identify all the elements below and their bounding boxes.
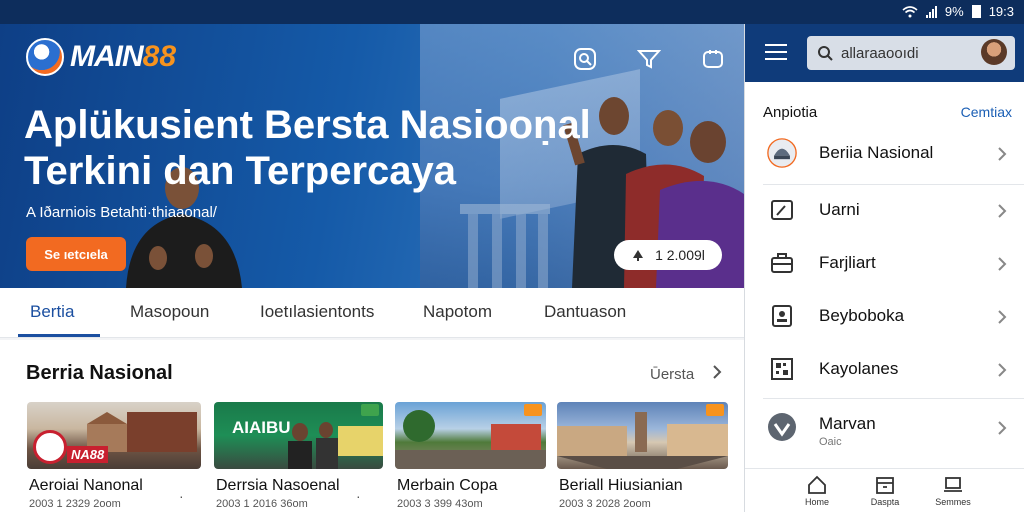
panel-item-label: Farjliart — [819, 253, 876, 272]
calendar-icon — [876, 477, 894, 494]
panel-item-uarni[interactable]: Uarni — [745, 185, 1024, 238]
clock: 19:3 — [988, 4, 1014, 19]
news-card[interactable]: Merbain Copa 2003 3 399 43om — [395, 402, 546, 510]
search-field[interactable]: allaraaooıdi — [807, 36, 1015, 70]
status-bar: 9% 19:3 — [0, 0, 1024, 24]
main88-logo[interactable]: MAIN 88 — [26, 38, 176, 76]
nav-label: Daspta — [870, 497, 900, 507]
battery-level: 9% — [944, 4, 964, 19]
chevron-right-icon — [998, 310, 1007, 324]
panel-item-marvan[interactable]: Marvan Oaic — [745, 402, 1024, 455]
card-title: Derrsia Nasoenal — [216, 477, 340, 494]
user-circle-icon — [767, 412, 797, 442]
search-icon — [818, 46, 833, 61]
card-thumbnail — [557, 402, 728, 469]
headline-line-2: Terkini dan Terpercaya — [24, 149, 457, 193]
section-more-link[interactable]: Ūersta — [650, 366, 694, 383]
tab-bertia[interactable]: Bertia — [30, 302, 74, 322]
chevron-right-icon — [998, 204, 1007, 218]
nav-label: Semmes — [935, 497, 971, 507]
section-title: Berria Nasional — [26, 362, 173, 384]
search-icon[interactable] — [568, 42, 602, 76]
panel-item-kayolanes[interactable]: Kayolanes — [745, 344, 1024, 397]
panel-item-beybobok[interactable]: Beyboboka — [745, 291, 1024, 344]
chevron-right-icon — [998, 421, 1007, 435]
nav-semmes[interactable]: Semmes — [923, 475, 983, 507]
home-icon — [808, 475, 826, 494]
panel-item-label: Beyboboka — [819, 306, 905, 325]
hero-banner[interactable]: MAIN 88 Aplükusient Bersta Nasiooṇal Ter… — [0, 24, 744, 288]
badge-emblem — [33, 430, 67, 464]
card-thumbnail: NA88 — [27, 402, 201, 469]
logo-globe-icon — [26, 38, 64, 76]
helmet-icon — [767, 138, 797, 168]
card-title: Merbain Copa — [397, 477, 498, 494]
filter-icon[interactable] — [632, 42, 666, 76]
wifi-icon — [902, 5, 918, 17]
card-title: Beriall Hiusianian — [559, 477, 683, 494]
divider — [763, 398, 1024, 399]
panel-item-farjliart[interactable]: Farjliart — [745, 238, 1024, 291]
tab-napotom[interactable]: Napotom — [423, 302, 492, 322]
panel-item-label: Marvan — [819, 414, 876, 433]
panel-item-sub: Oaic — [819, 436, 842, 448]
nav-label: Home — [804, 497, 829, 507]
category-tabs: Bertia Masopoun Ioetılasientonts Napotom… — [0, 288, 744, 338]
news-card[interactable]: NA88 Aeroiai Nanonal 2003 1 2329 2oom · — [27, 402, 201, 510]
more-options-icon[interactable]: · — [356, 488, 361, 504]
tab-ioetilasientonts[interactable]: Ioetılasientonts — [260, 302, 374, 322]
hero-cta-button[interactable]: Se ıetcıela — [26, 237, 126, 271]
edit-icon — [767, 195, 797, 225]
active-tab-indicator — [18, 334, 100, 337]
panel-item-label: Uarni — [819, 200, 860, 219]
card-meta: 2003 3 2028 2oom — [559, 498, 651, 510]
battery-icon — [971, 5, 981, 18]
hero-subline: A Iðarniois Betahti·thiaaonal/ — [26, 204, 217, 221]
more-options-icon[interactable]: · — [179, 488, 184, 504]
news-card[interactable]: AIAIBU Derrsia Nasoenal 2003 1 2016 36om… — [214, 402, 383, 510]
panel-section-label: Anpiotia — [763, 104, 818, 121]
document-icon — [767, 301, 797, 331]
panel-item-label: Kayolanes — [819, 359, 899, 378]
news-card[interactable]: Beriall Hiusianian 2003 3 2028 2oom — [557, 402, 728, 510]
refresh-icon[interactable] — [696, 42, 730, 76]
chevron-right-icon — [998, 147, 1007, 161]
news-section: Berria Nasional Ūersta NA88 Aeroiai Nano… — [0, 340, 744, 512]
card-thumbnail: AIAIBU — [214, 402, 383, 469]
search-value: allaraaooıdi — [841, 44, 919, 62]
panel-header: allaraaooıdi — [745, 24, 1024, 82]
tab-dantuason[interactable]: Dantuason — [544, 302, 626, 322]
panel-item-beriia-nasional[interactable]: Beriia Nasional — [745, 128, 1024, 181]
logo-number: 88 — [142, 40, 177, 73]
chevron-right-icon — [998, 363, 1007, 377]
logo-word: MAIN — [70, 40, 144, 73]
card-badge: NA88 — [67, 446, 109, 463]
card-meta: 2003 3 399 43om — [397, 498, 483, 510]
headline-line-1: Aplükusient Bersta Nasiooṇal — [24, 103, 591, 147]
card-thumbnail — [395, 402, 546, 469]
viewer-count: 1 2.009l — [655, 247, 705, 263]
nav-daspta[interactable]: Daspta — [855, 475, 915, 507]
menu-icon[interactable] — [765, 44, 787, 65]
nav-home[interactable]: Home — [787, 475, 847, 507]
panel-item-label: Beriia Nasional — [819, 143, 934, 162]
chevron-right-icon — [998, 257, 1007, 271]
arrow-up-icon — [633, 250, 644, 261]
avatar[interactable] — [981, 39, 1007, 65]
viewer-count-pill[interactable]: 1 2.009l — [614, 240, 722, 270]
chevron-right-icon[interactable] — [710, 364, 724, 380]
tab-masopoun[interactable]: Masopoun — [130, 302, 209, 322]
qr-icon — [767, 354, 797, 384]
laptop-icon — [944, 477, 962, 492]
panel-section-link[interactable]: Cemtiax — [961, 104, 1012, 120]
side-panel: allaraaooıdi Anpiotia Cemtiax Beriia Nas… — [744, 24, 1024, 512]
hero-actions — [568, 42, 730, 76]
signal-icon — [925, 5, 937, 18]
hero-headline: Aplükusient Bersta Nasiooṇal Terkini dan… — [24, 102, 624, 194]
card-meta: 2003 1 2329 2oom — [29, 498, 121, 510]
card-meta: 2003 1 2016 36om — [216, 498, 308, 510]
bottom-nav: Home Daspta Semmes — [745, 468, 1024, 512]
briefcase-icon — [767, 248, 797, 278]
card-title: Aeroiai Nanonal — [29, 477, 143, 494]
